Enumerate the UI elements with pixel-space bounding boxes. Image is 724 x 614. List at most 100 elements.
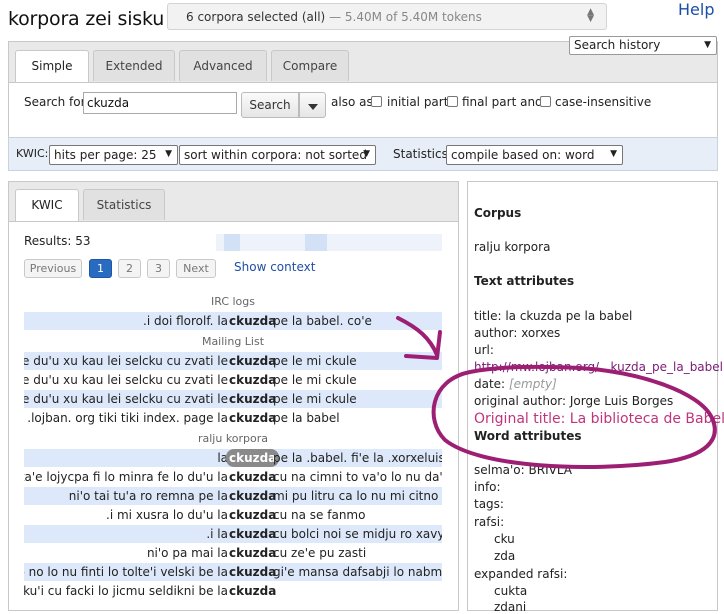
hit-distribution-segment[interactable] — [224, 234, 240, 251]
kwic-left-context: ni'o tai tu'a ro remna pe la — [68, 489, 228, 503]
kwic-row[interactable]: na le du'u xu kau lei selcku cu zvati le… — [24, 371, 442, 389]
kwic-match-selected[interactable]: ckuzda — [226, 449, 280, 467]
kwic-match[interactable]: ckuzda — [229, 390, 276, 408]
hit-distribution-bar — [216, 234, 442, 251]
page-2-button[interactable]: 2 — [118, 259, 141, 278]
tab-compare[interactable]: Compare — [271, 50, 349, 81]
kwic-tab-bar: KWIC Statistics — [9, 182, 458, 222]
tab-statistics[interactable]: Statistics — [83, 189, 165, 220]
app-title: korpora zei sisku — [8, 8, 165, 30]
kwic-row[interactable]: la ckuzda pe la .babel. fi'e la .xorxelu… — [24, 449, 442, 467]
kwic-match[interactable]: ckuzda — [229, 409, 276, 427]
kwic-right-context: mi pu litru ca lo nu mi citno — [273, 489, 439, 503]
kwic-match[interactable]: ckuzda — [229, 506, 276, 524]
attr-expanded-rafsi-value: cukta — [494, 584, 528, 598]
corpus-selector[interactable]: 6 corpora selected (all) — 5.40M of 5.40… — [167, 3, 607, 30]
sort-select[interactable]: sort within corpora: not sorted ▼ — [179, 145, 376, 165]
next-page-button[interactable]: Next — [176, 259, 216, 278]
attr-expanded-rafsi-value: zdani — [494, 600, 527, 614]
corpus-selected-label: 6 corpora selected (all) — [186, 10, 326, 24]
kwic-left-context: zdaku'i cu facki lo jicmu seldikni be la — [24, 584, 228, 598]
kwic-row[interactable]: ci no no lo nu finti lo tolte'i velski b… — [24, 563, 442, 581]
kwic-match[interactable]: ckuzda — [229, 312, 276, 330]
kwic-options-label: KWIC: — [16, 147, 49, 160]
attr-url-link[interactable]: http://mw.lojban.org/...kuzda_pe_la_babe… — [474, 360, 723, 374]
page-3-button[interactable]: 3 — [147, 259, 170, 278]
corpus-group-label: ralju korpora — [197, 432, 269, 445]
dropdown-arrow-icon: ▼ — [610, 149, 617, 159]
kwic-match[interactable]: ckuzda — [229, 371, 276, 389]
attr-rafsi-label: rafsi: — [474, 515, 505, 529]
kwic-right-context: pe la babel. co'e — [273, 314, 372, 328]
dropdown-arrow-icon: ▼ — [704, 40, 711, 50]
help-link[interactable]: Help — [678, 0, 714, 19]
hit-distribution-segment[interactable] — [305, 234, 327, 251]
tab-kwic[interactable]: KWIC — [15, 189, 79, 221]
updown-arrows-icon: ▲ ▼ — [587, 7, 594, 24]
corpus-value: ralju korpora — [474, 240, 551, 254]
search-options-button[interactable] — [299, 92, 326, 118]
kwic-right-context: pe la .babel. fi'e la .xorxeluis. bo — [273, 451, 442, 465]
kwic-left-context: na le du'u xu kau lei selcku cu zvati le — [24, 373, 228, 387]
kwic-left-context: na le du'u xu kau lei selcku cu zvati le — [24, 392, 228, 406]
results-count: Results: 53 — [24, 234, 91, 248]
corpus-token-count: — 5.40M of 5.40M tokens — [329, 10, 482, 24]
kwic-options-bar: KWIC: hits per page: 25 ▼ sort within co… — [8, 137, 718, 171]
kwic-row[interactable]: a'oi .lojban. org tiki tiki index. page … — [24, 409, 442, 427]
statistics-value: compile based on: word — [451, 148, 595, 162]
dropdown-arrow-icon: ▼ — [165, 149, 172, 159]
sort-value: sort within corpora: not sorted — [184, 148, 367, 162]
statistics-select[interactable]: compile based on: word ▼ — [446, 145, 623, 165]
also-as-label: also as — [331, 95, 373, 109]
attr-info: info: — [474, 480, 501, 494]
tab-extended[interactable]: Extended — [93, 50, 175, 81]
attr-date-value: [empty] — [508, 377, 557, 391]
attr-expanded-rafsi-label: expanded rafsi: — [474, 567, 568, 581]
kwic-left-context: na le du'u xu kau lei selcku cu zvati le — [24, 354, 228, 368]
kwic-left-context: .i la — [206, 527, 228, 541]
initial-part-checkbox[interactable] — [371, 96, 382, 107]
case-insensitive-checkbox[interactable] — [540, 96, 551, 107]
kwic-row[interactable]: zdaku'i cu facki lo jicmu seldikni be la… — [24, 582, 442, 600]
kwic-row[interactable]: .i mi xusra lo du'u la ckuzda cu na se f… — [24, 506, 442, 524]
kwic-right-context: cu na se fanmo — [273, 508, 366, 522]
hits-per-page-select[interactable]: hits per page: 25 ▼ — [49, 145, 178, 165]
final-part-label: final part and — [462, 95, 543, 109]
attr-tags: tags: — [474, 497, 504, 511]
kwic-match[interactable]: ckuzda — [229, 352, 276, 370]
tab-advanced[interactable]: Advanced — [179, 50, 267, 81]
previous-page-button[interactable]: Previous — [24, 259, 82, 278]
kwic-match[interactable]: ckuzda — [229, 582, 276, 600]
dropdown-arrow-icon: ▼ — [363, 149, 370, 159]
kwic-right-context: cu bolci noi se midju ro xavysel — [273, 527, 442, 541]
kwic-row[interactable]: cu ta'e lojycpa fi lo minra fe lo du'u l… — [24, 468, 442, 486]
corpus-group-label: Mailing List — [201, 335, 265, 348]
kwic-row[interactable]: na le du'u xu kau lei selcku cu zvati le… — [24, 352, 442, 370]
final-part-checkbox[interactable] — [447, 96, 458, 107]
kwic-row[interactable]: na le du'u xu kau lei selcku cu zvati le… — [24, 390, 442, 408]
kwic-right-context: gi'e mansa dafsabji lo nabmi po — [273, 565, 442, 579]
initial-part-label: initial part — [387, 95, 449, 109]
page-1-button[interactable]: 1 — [89, 259, 112, 278]
kwic-match[interactable]: ckuzda — [229, 563, 276, 581]
search-history-select[interactable]: Search history ▼ — [569, 36, 717, 55]
kwic-match[interactable]: ckuzda — [229, 525, 276, 543]
case-insensitive-label: case-insensitive — [555, 95, 652, 109]
kwic-right-context: pe le mi ckule — [273, 392, 357, 406]
word-attributes-heading: Word attributes — [474, 429, 582, 443]
show-context-link[interactable]: Show context — [234, 260, 315, 274]
tab-simple[interactable]: Simple — [15, 50, 89, 82]
kwic-row[interactable]: ni'o tai tu'a ro remna pe la ckuzda mi p… — [24, 487, 442, 505]
kwic-row[interactable]: ni'o pa mai la ckuzda cu ze'e pu zasti — [24, 544, 442, 562]
search-button[interactable]: Search — [241, 92, 299, 118]
attr-url-label: url: — [474, 343, 494, 357]
kwic-match[interactable]: ckuzda — [229, 468, 276, 486]
kwic-match[interactable]: ckuzda — [229, 544, 276, 562]
kwic-match[interactable]: ckuzda — [229, 487, 276, 505]
kwic-row[interactable]: .i la ckuzda cu bolci noi se midju ro xa… — [24, 525, 442, 543]
corpus-heading: Corpus — [474, 206, 522, 220]
search-input[interactable] — [83, 92, 237, 114]
kwic-row[interactable]: .i doi florolf. la ckuzda pe la babel. c… — [24, 312, 442, 330]
kwic-left-context: .i mi xusra lo du'u la — [106, 508, 228, 522]
corpus-group-label: IRC logs — [210, 295, 256, 308]
